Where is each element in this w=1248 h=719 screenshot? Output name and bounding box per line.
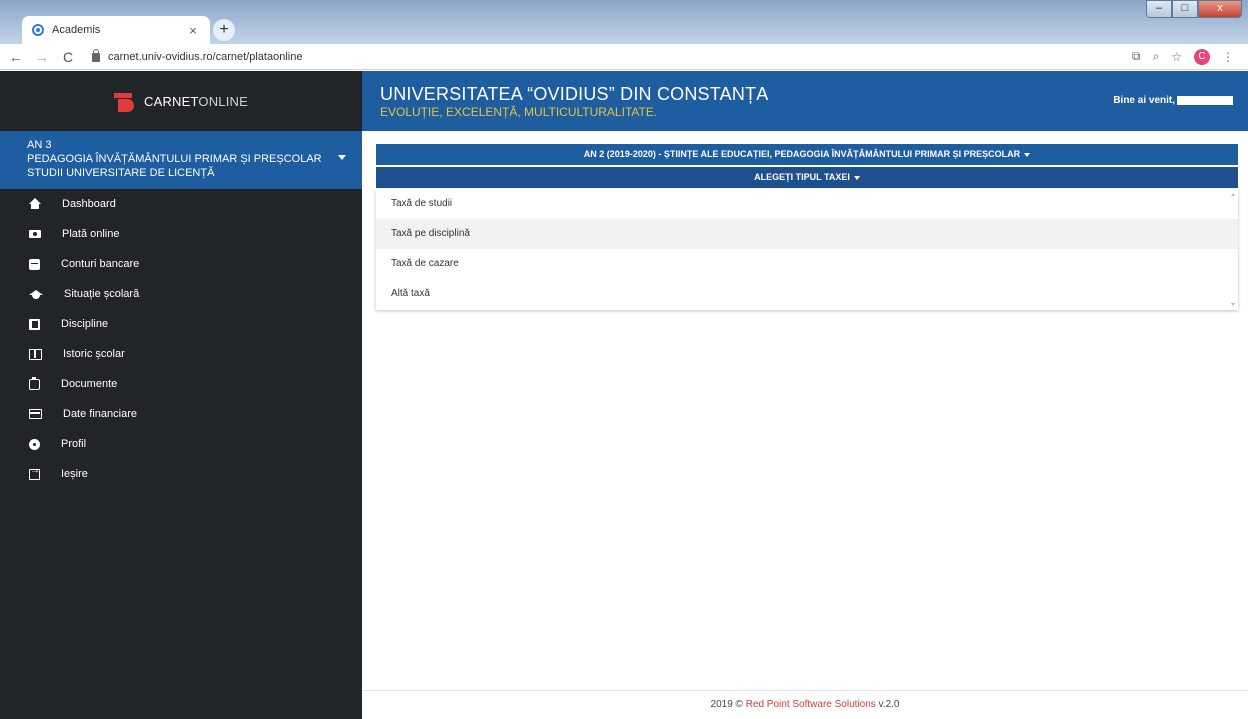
university-motto: EVOLUȚIE, EXCELENȚĂ, MULTICULTURALITATE.	[380, 105, 658, 119]
gear-icon	[29, 438, 40, 450]
redacted-username	[1177, 96, 1233, 105]
graduation-cap-icon	[29, 289, 43, 299]
list-scrollbar[interactable]	[1228, 189, 1238, 310]
fee-type-dropdown[interactable]: ALEGEȚI TIPUL TAXEI	[376, 167, 1238, 188]
profile-avatar[interactable]: C	[1194, 48, 1210, 65]
sidebar-item-label: Situație școlară	[64, 288, 140, 300]
favicon-icon	[32, 24, 44, 36]
url-text: carnet.univ-ovidius.ro/carnet/plataonlin…	[108, 50, 303, 63]
sidebar-item-situatie-scolara[interactable]: Situație școlară	[0, 279, 362, 309]
close-tab-icon[interactable]: ×	[186, 23, 200, 38]
university-name: UNIVERSITATEA “OVIDIUS” DIN CONSTANȚA	[380, 84, 769, 104]
fee-option-taxa-disciplina[interactable]: Taxă pe disciplină	[376, 219, 1238, 249]
sidebar-item-plata-online[interactable]: Plată online	[0, 219, 362, 249]
back-button[interactable]: ←	[6, 49, 26, 65]
sidebar: CARNETONLINE AN 3 PEDAGOGIA ÎNVĂȚĂMÂNTUL…	[0, 71, 362, 719]
caret-down-icon	[853, 175, 860, 180]
fee-option-taxa-studii[interactable]: Taxă de studii	[376, 189, 1238, 219]
bookmark-star-icon[interactable]: ☆	[1171, 50, 1182, 64]
sidebar-item-label: Documente	[61, 378, 118, 390]
tab-title: Academis	[52, 24, 101, 36]
minimize-button[interactable]: –	[1146, 0, 1172, 18]
bank-icon	[29, 258, 40, 270]
sidebar-item-istoric-scolar[interactable]: Istoric școlar	[0, 339, 362, 369]
sidebar-item-label: Conturi bancare	[61, 258, 140, 270]
fee-option-taxa-cazare[interactable]: Taxă de cazare	[376, 249, 1238, 279]
home-icon	[29, 198, 41, 209]
sidebar-item-label: Profil	[61, 438, 87, 450]
sidebar-item-dashboard[interactable]: Dashboard	[0, 189, 362, 219]
page-header: UNIVERSITATEA “OVIDIUS” DIN CONSTANȚA EV…	[362, 71, 1248, 131]
brand-logo-link[interactable]: CARNETONLINE	[0, 71, 362, 131]
sidebar-menu: Dashboard Plată online Conturi bancare S…	[0, 189, 362, 489]
fee-option-alta-taxa[interactable]: Altă taxă	[376, 279, 1238, 309]
exit-icon	[29, 465, 40, 480]
lock-icon	[92, 49, 100, 62]
address-bar-actions: ⧉ ⌕ ☆ C ⋮	[1132, 48, 1234, 65]
carnet-logo-icon	[113, 90, 136, 112]
browser-titlebar: Academis × + – □ x	[0, 0, 1248, 44]
browser-tab[interactable]: Academis ×	[22, 16, 210, 44]
program-selector[interactable]: AN 3 PEDAGOGIA ÎNVĂȚĂMÂNTULUI PRIMAR ȘI …	[0, 131, 362, 189]
scroll-down-icon[interactable]	[1231, 303, 1235, 306]
sidebar-item-date-financiare[interactable]: Date financiare	[0, 399, 362, 429]
clipboard-icon	[29, 376, 40, 390]
sidebar-item-documente[interactable]: Documente	[0, 369, 362, 399]
welcome-message[interactable]: Bine ai venit,	[1113, 95, 1233, 106]
url-field[interactable]: carnet.univ-ovidius.ro/carnet/plataonlin…	[92, 49, 303, 63]
page-footer: 2019 © Red Point Software Solutions v.2.…	[362, 690, 1248, 719]
main-content: AN 2 (2019-2020) - ȘTIINȚE ALE EDUCAȚIEI…	[362, 131, 1248, 690]
sidebar-item-iesire[interactable]: Ieșire	[0, 459, 362, 489]
money-icon	[29, 230, 41, 238]
sidebar-item-label: Plată online	[62, 228, 120, 240]
sidebar-item-label: Ieșire	[61, 468, 88, 480]
sidebar-item-label: Discipline	[61, 318, 109, 330]
sidebar-item-label: Date financiare	[63, 408, 137, 420]
maximize-button[interactable]: □	[1172, 0, 1198, 18]
sidebar-item-profil[interactable]: Profil	[0, 429, 362, 459]
translate-icon[interactable]: ⧉	[1132, 49, 1141, 64]
sidebar-item-discipline[interactable]: Discipline	[0, 309, 362, 339]
company-link[interactable]: Red Point Software Solutions	[746, 699, 876, 710]
book-icon	[29, 318, 40, 330]
academic-year-dropdown[interactable]: AN 2 (2019-2020) - ȘTIINȚE ALE EDUCAȚIEI…	[376, 144, 1238, 165]
reload-button[interactable]: C	[58, 49, 78, 65]
forward-button[interactable]: →	[32, 49, 52, 65]
window-controls: – □ x	[1146, 0, 1242, 18]
browser-menu-icon[interactable]: ⋮	[1222, 50, 1234, 64]
fee-type-options: Taxă de studii Taxă pe disciplină Taxă d…	[376, 189, 1238, 310]
window-close-button[interactable]: x	[1198, 0, 1242, 18]
address-bar: ← → C carnet.univ-ovidius.ro/carnet/plat…	[0, 44, 1248, 70]
sidebar-item-conturi-bancare[interactable]: Conturi bancare	[0, 249, 362, 279]
program-specialization: PEDAGOGIA ÎNVĂȚĂMÂNTULUI PRIMAR ȘI PREȘC…	[27, 153, 322, 165]
credit-card-icon	[29, 409, 42, 419]
caret-down-icon	[1024, 152, 1031, 157]
scroll-up-icon[interactable]	[1231, 193, 1235, 196]
program-year: AN 3	[27, 139, 52, 151]
chevron-down-icon	[338, 155, 346, 160]
sidebar-item-label: Dashboard	[62, 198, 116, 210]
sidebar-item-label: Istoric școlar	[63, 348, 125, 360]
zoom-icon[interactable]: ⌕	[1153, 49, 1160, 64]
new-tab-button[interactable]: +	[213, 19, 235, 41]
open-book-icon	[29, 348, 42, 360]
program-level: STUDII UNIVERSITARE DE LICENȚĂ	[27, 167, 215, 179]
brand-text: CARNETONLINE	[143, 93, 249, 109]
